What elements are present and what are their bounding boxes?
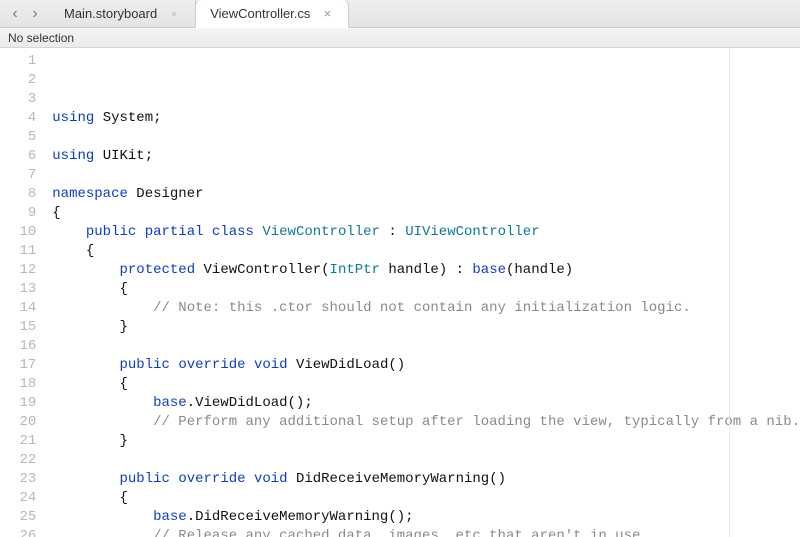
line-number: 4 — [0, 109, 36, 128]
chevron-left-icon: ‹ — [12, 5, 17, 23]
line-number: 18 — [0, 375, 36, 394]
line-number: 21 — [0, 432, 36, 451]
code-line[interactable]: base.DidReceiveMemoryWarning(); — [52, 508, 800, 527]
code-line[interactable]: } — [52, 432, 800, 451]
line-number-gutter: 1234567891011121314151617181920212223242… — [0, 48, 46, 537]
line-number: 20 — [0, 413, 36, 432]
breadcrumb: No selection — [8, 31, 74, 45]
code-line[interactable]: public partial class ViewController : UI… — [52, 223, 800, 242]
tabs-container: Main.storyboard ◦ ViewController.cs × — [50, 0, 800, 27]
tab-main-storyboard[interactable]: Main.storyboard ◦ — [50, 0, 196, 27]
close-icon[interactable]: × — [320, 7, 334, 21]
line-number: 16 — [0, 337, 36, 356]
code-line[interactable]: { — [52, 280, 800, 299]
line-number: 23 — [0, 470, 36, 489]
code-line[interactable] — [52, 337, 800, 356]
chevron-right-icon: › — [32, 5, 37, 23]
margin-guide — [729, 48, 730, 537]
nav-buttons: ‹ › — [0, 0, 50, 27]
line-number: 17 — [0, 356, 36, 375]
code-line[interactable]: public override void DidReceiveMemoryWar… — [52, 470, 800, 489]
code-line[interactable]: base.ViewDidLoad(); — [52, 394, 800, 413]
line-number: 22 — [0, 451, 36, 470]
line-number: 11 — [0, 242, 36, 261]
line-number: 13 — [0, 280, 36, 299]
code-editor[interactable]: 1234567891011121314151617181920212223242… — [0, 48, 800, 537]
line-number: 6 — [0, 147, 36, 166]
pin-icon: ◦ — [167, 7, 181, 21]
line-number: 2 — [0, 71, 36, 90]
code-line[interactable]: { — [52, 204, 800, 223]
code-line[interactable]: { — [52, 375, 800, 394]
tab-label: ViewController.cs — [210, 6, 310, 21]
code-line[interactable]: namespace Designer — [52, 185, 800, 204]
line-number: 19 — [0, 394, 36, 413]
line-number: 9 — [0, 204, 36, 223]
line-number: 5 — [0, 128, 36, 147]
code-line[interactable]: using UIKit; — [52, 147, 800, 166]
tab-bar: ‹ › Main.storyboard ◦ ViewController.cs … — [0, 0, 800, 28]
code-line[interactable] — [52, 128, 800, 147]
line-number: 24 — [0, 489, 36, 508]
line-number: 26 — [0, 527, 36, 537]
code-line[interactable]: // Release any cached data, images, etc … — [52, 527, 800, 537]
code-line[interactable]: protected ViewController(IntPtr handle) … — [52, 261, 800, 280]
nav-back-button[interactable]: ‹ — [6, 4, 24, 24]
line-number: 12 — [0, 261, 36, 280]
tab-viewcontroller-cs[interactable]: ViewController.cs × — [195, 0, 349, 28]
code-line[interactable]: using System; — [52, 109, 800, 128]
code-line[interactable] — [52, 166, 800, 185]
line-number: 1 — [0, 52, 36, 71]
code-line[interactable]: } — [52, 318, 800, 337]
code-line[interactable]: // Perform any additional setup after lo… — [52, 413, 800, 432]
line-number: 7 — [0, 166, 36, 185]
line-number: 25 — [0, 508, 36, 527]
code-line[interactable]: { — [52, 489, 800, 508]
line-number: 3 — [0, 90, 36, 109]
line-number: 10 — [0, 223, 36, 242]
code-line[interactable]: // Note: this .ctor should not contain a… — [52, 299, 800, 318]
line-number: 14 — [0, 299, 36, 318]
nav-forward-button[interactable]: › — [26, 4, 44, 24]
line-number: 8 — [0, 185, 36, 204]
code-line[interactable]: public override void ViewDidLoad() — [52, 356, 800, 375]
tab-label: Main.storyboard — [64, 6, 157, 21]
line-number: 15 — [0, 318, 36, 337]
code-line[interactable] — [52, 451, 800, 470]
breadcrumb-bar[interactable]: No selection — [0, 28, 800, 48]
code-line[interactable]: { — [52, 242, 800, 261]
code-area[interactable]: using System; using UIKit; namespace Des… — [46, 48, 800, 537]
